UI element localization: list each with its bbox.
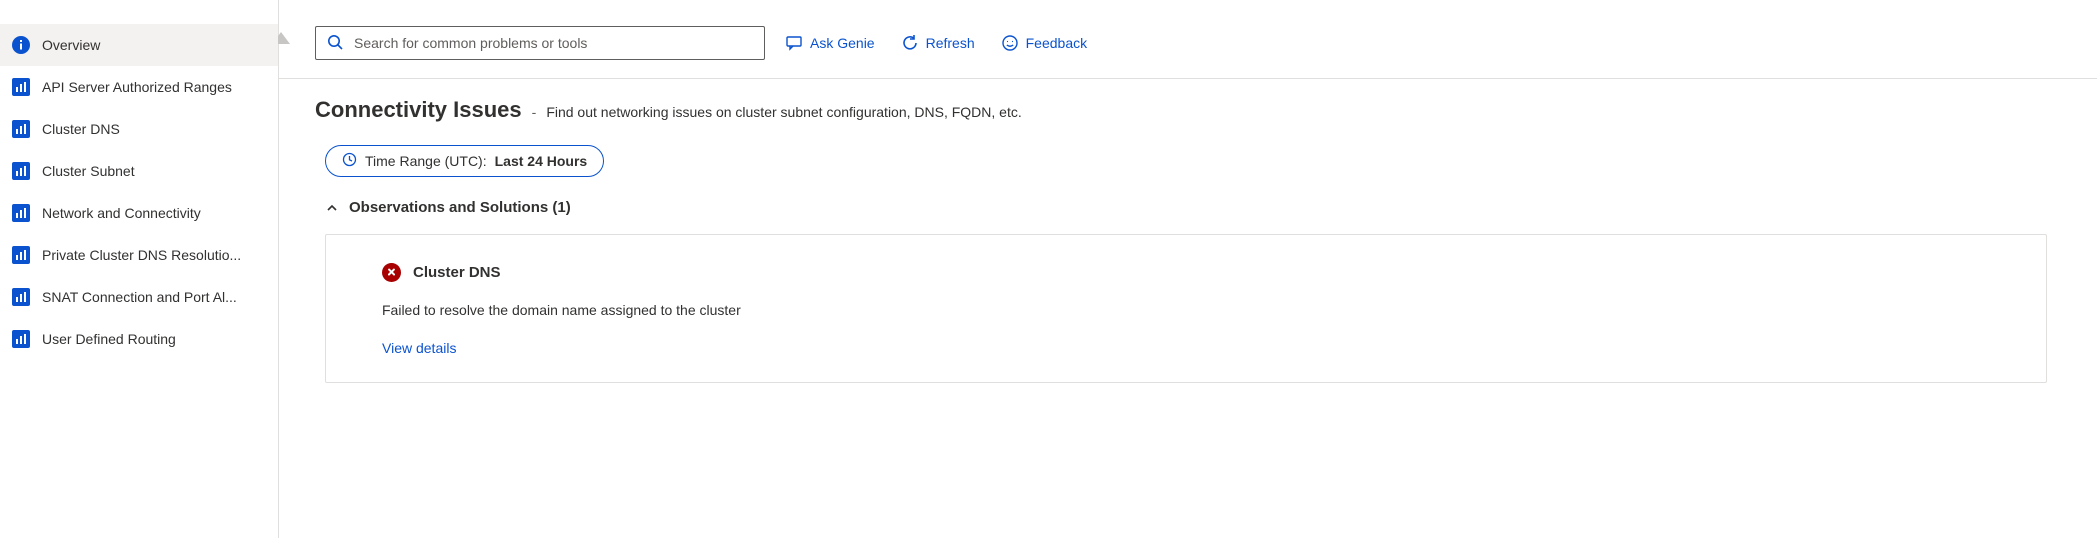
network-icon — [12, 288, 30, 306]
sidebar-item-network-and-connectivity[interactable]: Network and Connectivity — [0, 192, 278, 234]
feedback-label: Feedback — [1026, 35, 1087, 51]
chevron-up-icon — [325, 201, 339, 215]
sidebar-item-label: Network and Connectivity — [42, 205, 260, 221]
info-icon — [12, 36, 30, 54]
main-content: Ask Genie Refresh Feedback Connectivity … — [278, 0, 2097, 538]
observation-card-title: Cluster DNS — [413, 264, 501, 281]
page-title: Connectivity Issues — [315, 97, 522, 123]
ask-genie-button[interactable]: Ask Genie — [779, 30, 881, 56]
refresh-icon — [901, 34, 919, 52]
network-icon — [12, 120, 30, 138]
sidebar: Overview API Server Authorized Ranges Cl… — [0, 0, 278, 538]
network-icon — [12, 246, 30, 264]
sidebar-item-label: API Server Authorized Ranges — [42, 79, 260, 95]
time-range-prefix: Time Range (UTC): — [365, 153, 487, 169]
sidebar-item-api-server-authorized-ranges[interactable]: API Server Authorized Ranges — [0, 66, 278, 108]
observation-card: Cluster DNS Failed to resolve the domain… — [325, 234, 2047, 383]
sidebar-item-cluster-subnet[interactable]: Cluster Subnet — [0, 150, 278, 192]
feedback-button[interactable]: Feedback — [995, 30, 1093, 56]
observations-toggle[interactable]: Observations and Solutions (1) — [325, 199, 2057, 216]
sidebar-item-label: User Defined Routing — [42, 331, 260, 347]
content-body: Connectivity Issues - Find out networkin… — [279, 79, 2097, 383]
observation-card-description: Failed to resolve the domain name assign… — [382, 302, 1990, 318]
network-icon — [12, 78, 30, 96]
chat-icon — [785, 34, 803, 52]
time-range-pill[interactable]: Time Range (UTC): Last 24 Hours — [325, 145, 604, 177]
sidebar-item-label: Cluster DNS — [42, 121, 260, 137]
sidebar-item-cluster-dns[interactable]: Cluster DNS — [0, 108, 278, 150]
page-subtitle-sep: - — [532, 104, 537, 120]
toolbar: Ask Genie Refresh Feedback — [279, 0, 2097, 79]
network-icon — [12, 330, 30, 348]
network-icon — [12, 162, 30, 180]
ask-genie-label: Ask Genie — [810, 35, 875, 51]
observation-card-header: Cluster DNS — [382, 263, 1990, 282]
clock-icon — [342, 152, 357, 170]
smiley-icon — [1001, 34, 1019, 52]
refresh-button[interactable]: Refresh — [895, 30, 981, 56]
observations-header-label: Observations and Solutions (1) — [349, 199, 571, 216]
error-icon — [382, 263, 401, 282]
refresh-label: Refresh — [926, 35, 975, 51]
sidebar-item-overview[interactable]: Overview — [0, 24, 278, 66]
sidebar-item-label: SNAT Connection and Port Al... — [42, 289, 260, 305]
sidebar-item-label: Overview — [42, 37, 260, 53]
sidebar-item-snat-connection-and-port-allocation[interactable]: SNAT Connection and Port Al... — [0, 276, 278, 318]
search-input-wrapper[interactable] — [315, 26, 765, 60]
search-input[interactable] — [352, 34, 754, 52]
search-icon — [326, 33, 344, 54]
sidebar-item-user-defined-routing[interactable]: User Defined Routing — [0, 318, 278, 360]
page-subtitle: Find out networking issues on cluster su… — [546, 104, 1021, 120]
network-icon — [12, 204, 30, 222]
time-range-value: Last 24 Hours — [495, 153, 588, 169]
sidebar-item-label: Private Cluster DNS Resolutio... — [42, 247, 260, 263]
sidebar-item-label: Cluster Subnet — [42, 163, 260, 179]
page-title-row: Connectivity Issues - Find out networkin… — [315, 97, 2057, 123]
view-details-link[interactable]: View details — [382, 340, 1990, 356]
sidebar-item-private-cluster-dns-resolution[interactable]: Private Cluster DNS Resolutio... — [0, 234, 278, 276]
